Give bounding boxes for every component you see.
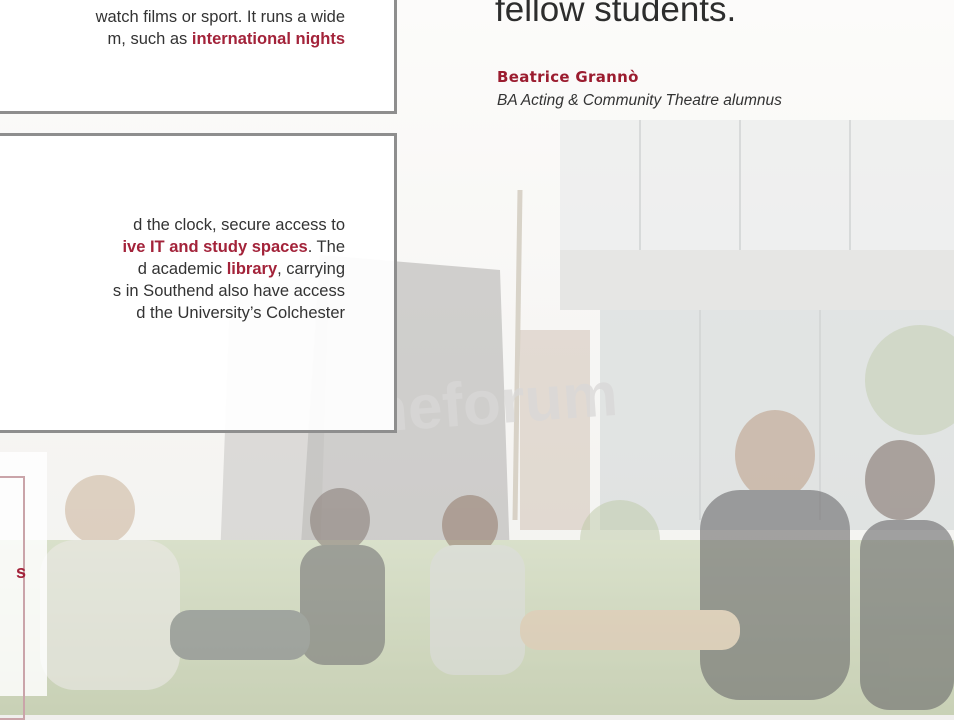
text-span: . The <box>307 238 345 256</box>
info-box-social: watch films or sport. It runs a wide m, s… <box>0 0 397 114</box>
text-span: d the clock, secure access to <box>133 216 345 234</box>
text-span: watch films or sport. It runs a wide <box>95 8 345 26</box>
highlight-link[interactable]: library <box>227 260 277 278</box>
quote-text: fellow students. <box>495 0 737 29</box>
text-line: s in Southend also have access <box>0 280 392 302</box>
info-box-study: d the clock, secure access to ive IT and … <box>0 133 397 433</box>
info-box-study-text: d the clock, secure access to ive IT and … <box>0 214 392 324</box>
highlight-link[interactable]: ive IT and study spaces <box>122 238 307 256</box>
info-box-partial-text: s <box>15 562 26 582</box>
quote-author-role: BA Acting & Community Theatre alumnus <box>497 92 782 109</box>
highlight-link[interactable]: international nights <box>192 30 345 48</box>
text-line: d the clock, secure access to <box>0 214 392 236</box>
text-span: d the University’s Colchester <box>136 304 345 322</box>
quote-author: Beatrice Grannò <box>497 68 639 86</box>
text-span: d academic <box>137 260 227 278</box>
text-line: m, such as international nights <box>0 28 392 50</box>
info-box-social-text: watch films or sport. It runs a wide m, s… <box>0 6 392 50</box>
text-span: , carrying <box>277 260 345 278</box>
text-line: d academic library, carrying <box>0 258 392 280</box>
text-span: m, such as <box>107 30 192 48</box>
text-span: s in Southend also have access <box>112 282 345 300</box>
text-line: ive IT and study spaces. The <box>0 236 392 258</box>
info-box-partial: s <box>0 452 47 720</box>
info-box-partial-frame <box>0 476 25 720</box>
text-line: d the University’s Colchester <box>0 302 392 324</box>
text-line: watch films or sport. It runs a wide <box>0 6 392 28</box>
